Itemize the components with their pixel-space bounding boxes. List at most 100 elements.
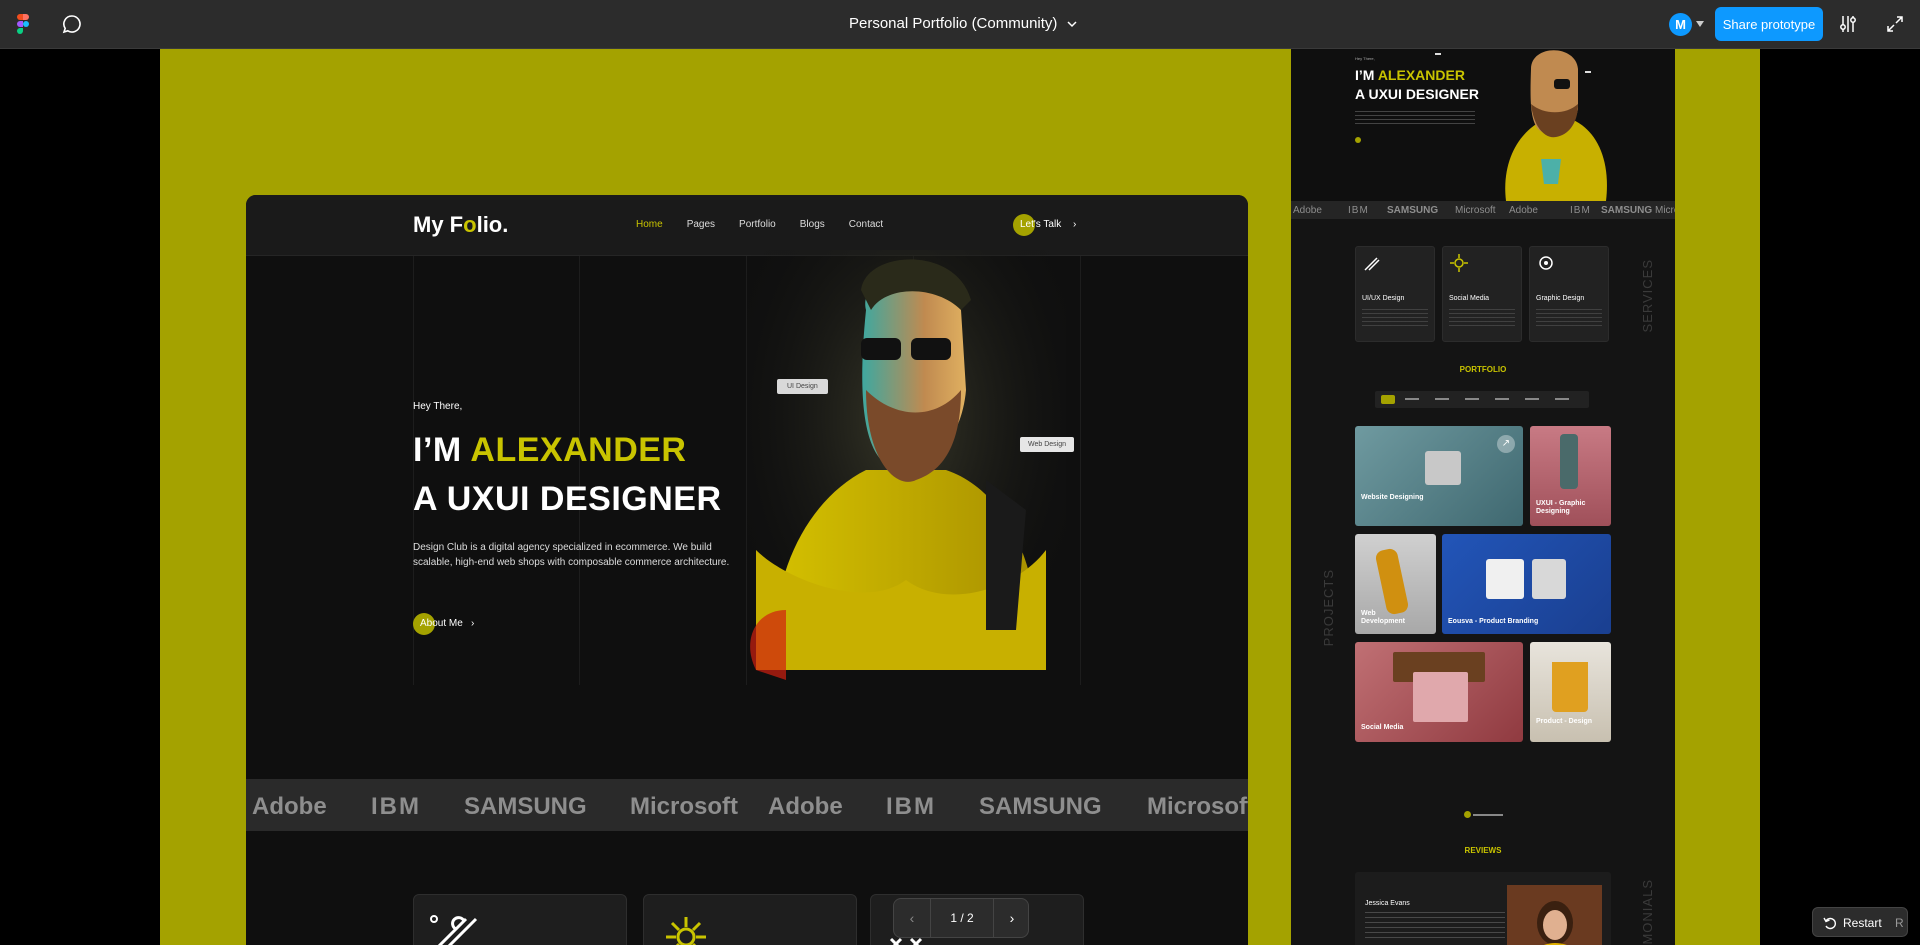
project-thumbnail-image bbox=[1552, 662, 1588, 712]
top-toolbar: Personal Portfolio (Community) M Share p… bbox=[0, 0, 1920, 49]
arrow-up-right-icon[interactable]: ↗ bbox=[1497, 435, 1515, 453]
about-me-label: About Me bbox=[420, 618, 463, 629]
mini-brand-logo: SAMSUNG bbox=[1601, 205, 1653, 216]
user-avatar[interactable]: M bbox=[1669, 13, 1692, 36]
project-card[interactable]: Eousva - Product Branding bbox=[1442, 534, 1611, 634]
brand-logo: SAMSUNG bbox=[979, 793, 1102, 820]
mini-ui-design-tag bbox=[1435, 53, 1441, 55]
portfolio-section-title: PORTFOLIO bbox=[1459, 365, 1507, 374]
mini-service-text bbox=[1536, 309, 1602, 327]
nav-link-contact[interactable]: Contact bbox=[849, 219, 883, 230]
mini-service-card[interactable]: Graphic Design bbox=[1529, 246, 1609, 342]
testimonials-vertical-label: TESTIMONIALS bbox=[1640, 879, 1655, 945]
brand-logo: Microsoft bbox=[630, 793, 738, 820]
mini-brand-logo: Microsoft bbox=[1655, 205, 1675, 216]
project-title: Social Media bbox=[1361, 724, 1404, 731]
lets-talk-button[interactable]: Let's Talk › bbox=[1013, 214, 1083, 236]
project-card[interactable]: ↗ Website Designing bbox=[1355, 426, 1523, 526]
mini-brand-logo: Adobe bbox=[1509, 205, 1538, 216]
project-card[interactable]: Social Media bbox=[1355, 642, 1523, 742]
link-text-placeholder bbox=[1473, 813, 1503, 816]
ui-ux-design-icon bbox=[1364, 257, 1380, 271]
mini-service-card[interactable]: UI/UX Design bbox=[1355, 246, 1435, 342]
mini-service-text bbox=[1449, 309, 1515, 327]
brand-logo: SAMSUNG bbox=[464, 793, 587, 820]
about-me-button[interactable]: About Me › bbox=[413, 613, 493, 635]
mini-brand-logo: SAMSUNG bbox=[1387, 205, 1439, 216]
quote-mark-icon: ” bbox=[1463, 940, 1480, 945]
mini-hero-description bbox=[1355, 111, 1475, 125]
mini-service-name: Social Media bbox=[1449, 295, 1490, 302]
mini-service-text bbox=[1362, 309, 1428, 327]
figma-logo-icon[interactable] bbox=[16, 14, 30, 34]
restart-icon bbox=[1823, 917, 1836, 930]
hero-portrait-image bbox=[746, 250, 1066, 730]
project-title: Eousva - Product Branding bbox=[1448, 618, 1539, 625]
mini-brand-logo: Microsoft bbox=[1455, 205, 1496, 216]
view-all-projects-link[interactable] bbox=[1464, 811, 1503, 818]
hero-title-line2: A UXUI DESIGNER bbox=[413, 480, 722, 518]
mini-hero bbox=[1291, 49, 1675, 201]
project-thumbnail-image bbox=[1413, 672, 1468, 722]
web-design-tag: Web Design bbox=[1020, 437, 1075, 452]
mini-web-design-tag bbox=[1585, 71, 1591, 73]
chevron-right-icon: › bbox=[471, 618, 475, 629]
nav-link-blogs[interactable]: Blogs bbox=[800, 219, 825, 230]
filter-tab-labels bbox=[1405, 398, 1575, 400]
previous-frame-button[interactable]: ‹ bbox=[894, 899, 930, 937]
portfolio-filter-tabs[interactable] bbox=[1375, 391, 1589, 408]
hero-title-line1: I’M ALEXANDER bbox=[413, 431, 687, 469]
chevron-down-icon[interactable] bbox=[1066, 19, 1078, 29]
nav-link-home[interactable]: Home bbox=[636, 219, 663, 230]
project-card[interactable]: Web Development bbox=[1355, 534, 1436, 634]
frame-pager: ‹ 1 / 2 › bbox=[893, 898, 1029, 938]
next-frame-button[interactable]: › bbox=[994, 899, 1030, 937]
mini-service-card[interactable]: Social Media bbox=[1442, 246, 1522, 342]
social-media-icon bbox=[666, 917, 706, 945]
fullscreen-expand-icon[interactable] bbox=[1886, 15, 1904, 33]
portfolio-site: My Folio. Home Pages Portfolio Blogs Con… bbox=[246, 195, 1248, 945]
nav-link-portfolio[interactable]: Portfolio bbox=[739, 219, 776, 230]
mini-service-name: UI/UX Design bbox=[1362, 295, 1405, 302]
mini-brand-logo: IBM bbox=[1348, 205, 1369, 216]
brand-logo: IBM bbox=[886, 793, 936, 820]
settings-sliders-icon[interactable] bbox=[1838, 14, 1858, 34]
brand-logo: Adobe bbox=[252, 793, 327, 820]
service-card[interactable] bbox=[413, 894, 627, 945]
service-card[interactable] bbox=[643, 894, 857, 945]
ui-design-tag: UI Design bbox=[777, 379, 828, 394]
page-overview-frame: Hey There, I’M ALEXANDER A UXUI DESIGNER… bbox=[1291, 49, 1675, 945]
restart-button[interactable]: Restart R bbox=[1812, 907, 1908, 937]
project-title: Web Development bbox=[1361, 610, 1405, 625]
project-title: UXUI - Graphic Designing bbox=[1536, 500, 1586, 515]
reviews-section-title: REVIEWS bbox=[1464, 846, 1502, 855]
graphic-design-icon bbox=[1539, 256, 1553, 270]
active-filter-tab[interactable] bbox=[1381, 395, 1395, 404]
nav-link-pages[interactable]: Pages bbox=[687, 219, 715, 230]
site-nav-links: Home Pages Portfolio Blogs Contact bbox=[636, 219, 883, 230]
project-card[interactable]: UXUI - Graphic Designing bbox=[1530, 426, 1611, 526]
ui-ux-design-icon bbox=[430, 915, 478, 945]
chevron-right-icon: › bbox=[1073, 219, 1077, 230]
avatar-chevron-down-icon[interactable] bbox=[1696, 21, 1704, 27]
social-media-icon bbox=[1450, 254, 1468, 272]
mini-brand-logo: Adobe bbox=[1293, 205, 1322, 216]
canvas-background bbox=[1675, 49, 1760, 945]
project-thumbnail-image bbox=[1425, 451, 1461, 485]
brand-logos-strip: Adobe IBM SAMSUNG Microsoft Adobe IBM SA… bbox=[246, 779, 1248, 831]
comment-icon[interactable] bbox=[62, 14, 82, 34]
accent-dot bbox=[1464, 811, 1471, 818]
project-title: Website Designing bbox=[1361, 494, 1424, 501]
reviewer-name: Jessica Evans bbox=[1365, 900, 1410, 907]
file-title[interactable]: Personal Portfolio (Community) bbox=[849, 15, 1057, 32]
project-title: Product - Design bbox=[1536, 718, 1593, 725]
hero-greeting: Hey There, bbox=[413, 401, 463, 412]
share-prototype-button[interactable]: Share prototype bbox=[1715, 7, 1823, 41]
project-thumbnail-image bbox=[1532, 559, 1566, 599]
project-card[interactable]: Product - Design bbox=[1530, 642, 1611, 742]
restart-label: Restart bbox=[1843, 916, 1882, 930]
mini-hero-title-line2: A UXUI DESIGNER bbox=[1355, 86, 1479, 102]
mini-service-name: Graphic Design bbox=[1536, 295, 1585, 302]
services-vertical-label: SERVICES bbox=[1640, 259, 1655, 333]
site-logo[interactable]: My Folio. bbox=[413, 212, 508, 238]
